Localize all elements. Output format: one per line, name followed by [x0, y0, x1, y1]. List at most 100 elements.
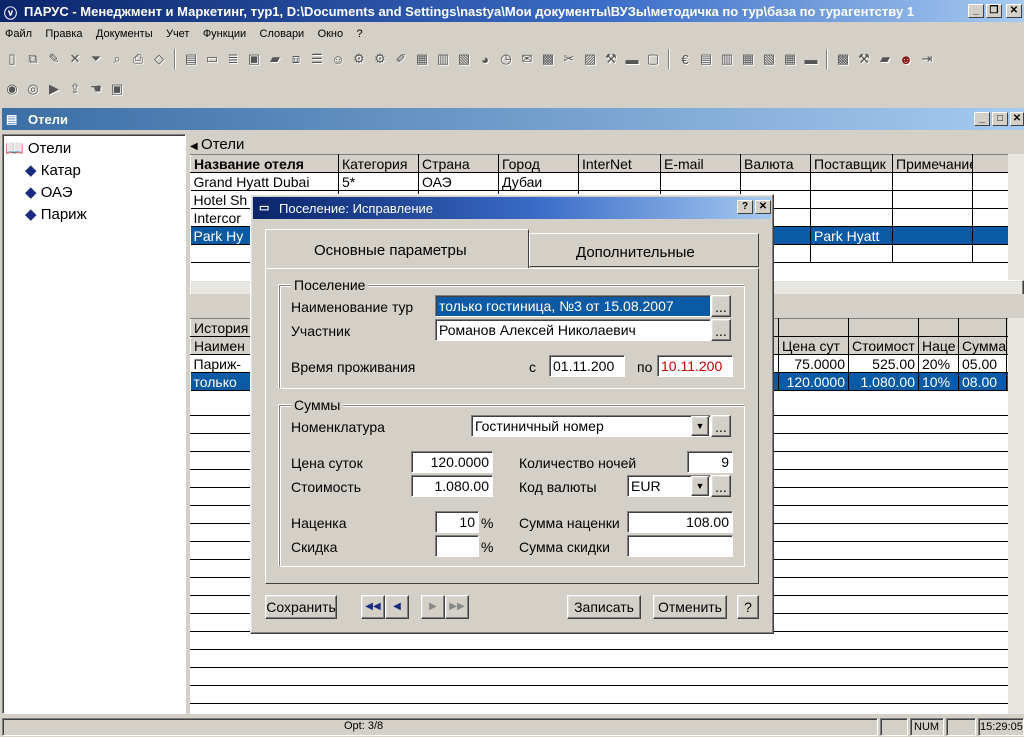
to-date-field[interactable]: 10.11.200	[657, 355, 733, 377]
child-maximize-button[interactable]: □	[992, 112, 1008, 126]
save-button[interactable]: Сохранить	[265, 595, 337, 619]
table-icon[interactable]: ▦	[781, 50, 799, 68]
mail-icon[interactable]: ✉	[518, 50, 536, 68]
docs-icon[interactable]: ▥	[718, 50, 736, 68]
globe-icon[interactable]: ◉	[3, 80, 21, 98]
sheet-icon[interactable]: ▧	[760, 50, 778, 68]
markup-sum-field[interactable]: 108.00	[627, 511, 733, 533]
menu-file[interactable]: Файл	[0, 26, 37, 42]
currency-icon[interactable]: €	[676, 50, 694, 68]
box-icon[interactable]: ▣	[245, 50, 263, 68]
window-icon[interactable]: ▢	[644, 50, 662, 68]
col-currency[interactable]: Валюта	[740, 154, 811, 173]
pages-icon[interactable]: ⧈	[287, 50, 305, 68]
money-icon[interactable]: ▦	[739, 50, 757, 68]
tools-icon[interactable]: ⚒	[602, 50, 620, 68]
markup-field[interactable]: 10	[435, 511, 479, 533]
clock-icon[interactable]: ◷	[497, 50, 515, 68]
upload-icon[interactable]: ⇪	[66, 80, 84, 98]
cube-icon[interactable]: ◇	[150, 50, 168, 68]
exit-icon[interactable]: ⇥	[918, 50, 936, 68]
last-record-button[interactable]: ▶▶	[445, 595, 469, 619]
from-date-field[interactable]: 01.11.200	[549, 355, 625, 377]
tree-item[interactable]: ◆ Париж	[25, 205, 87, 223]
calculator-icon[interactable]: ▩	[834, 50, 852, 68]
first-record-button[interactable]: ◀◀	[361, 595, 385, 619]
palette-icon[interactable]: ◕	[476, 50, 494, 68]
copy-icon[interactable]: ⧉	[24, 50, 42, 68]
ledger-icon[interactable]: ▤	[697, 50, 715, 68]
image-icon[interactable]: ▣	[108, 80, 126, 98]
currency-browse-button[interactable]: ...	[711, 475, 731, 497]
dialog-help-icon[interactable]: ?	[737, 200, 753, 214]
open-folder-icon[interactable]: ▰	[876, 50, 894, 68]
nights-field[interactable]: 9	[687, 451, 733, 473]
vscroll-bar[interactable]	[1008, 154, 1024, 280]
col-supplier[interactable]: Поставщик	[810, 154, 893, 173]
dialog-close-button[interactable]: ✕	[755, 200, 771, 214]
write-button[interactable]: Записать	[567, 595, 641, 619]
col-city[interactable]: Город	[498, 154, 579, 173]
person-icon[interactable]: ☺	[329, 50, 347, 68]
next-record-button[interactable]: ▶	[421, 595, 445, 619]
table-row[interactable]: Grand Hyatt Dubai 5* ОАЭ Дубаи	[190, 172, 1021, 191]
col-markup[interactable]: Наце	[918, 336, 959, 355]
folder-icon[interactable]: ▰	[266, 50, 284, 68]
help-button[interactable]: ?	[737, 595, 759, 619]
gear2-icon[interactable]: ⚙	[371, 50, 389, 68]
discount-sum-field[interactable]	[627, 535, 733, 557]
tour-field[interactable]: только гостиница, №3 от 15.08.2007	[435, 295, 711, 317]
child-minimize-button[interactable]: _	[974, 112, 990, 126]
close-button[interactable]: ✕	[1006, 4, 1022, 18]
report-icon[interactable]: ▦	[413, 50, 431, 68]
col-category[interactable]: Категория	[338, 154, 419, 173]
print-icon[interactable]: ⎙	[129, 50, 147, 68]
tree-item[interactable]: ◆ ОАЭ	[25, 183, 73, 201]
col-cost[interactable]: Стоимост	[848, 336, 919, 355]
nomen-browse-button[interactable]: ...	[711, 415, 731, 437]
archive-icon[interactable]: ▥	[434, 50, 452, 68]
doc-icon[interactable]: ▤	[182, 50, 200, 68]
menu-documents[interactable]: Документы	[91, 26, 158, 42]
nomen-dropdown-icon[interactable]: ▼	[691, 416, 709, 436]
menu-help[interactable]: ?	[351, 26, 367, 42]
col-internet[interactable]: InterNet	[578, 154, 661, 173]
find-icon[interactable]: ⌕	[108, 50, 126, 68]
calc-icon[interactable]: ▩	[539, 50, 557, 68]
stack-icon[interactable]: ☰	[308, 50, 326, 68]
nomen-select[interactable]: Гостиничный номер	[471, 415, 711, 437]
hammer-icon[interactable]: ⚒	[855, 50, 873, 68]
list-icon[interactable]: ≣	[224, 50, 242, 68]
vscroll-bar[interactable]	[1008, 318, 1024, 714]
menu-window[interactable]: Окно	[313, 26, 349, 42]
discount-field[interactable]	[435, 535, 479, 557]
col-sum[interactable]: Сумма	[958, 336, 1007, 355]
hand-icon[interactable]: ☚	[87, 80, 105, 98]
tree-root[interactable]: 📖 Отели	[5, 139, 71, 157]
member-browse-button[interactable]: ...	[711, 319, 731, 341]
filter-icon[interactable]: ⏷	[87, 50, 105, 68]
new-icon[interactable]: ▯	[3, 50, 21, 68]
minimize-button[interactable]: _	[968, 4, 984, 18]
tree-item[interactable]: ◆ Катар	[25, 161, 81, 179]
child-close-button[interactable]: ✕	[1010, 112, 1024, 126]
user-icon[interactable]: ☻	[897, 50, 915, 68]
cost-field[interactable]: 1.080.00	[411, 475, 493, 497]
collapse-left-icon[interactable]: ◀	[190, 141, 198, 152]
tab-extra[interactable]: Дополнительные	[529, 233, 759, 267]
tour-browse-button[interactable]: ...	[711, 295, 731, 317]
video-icon[interactable]: ▶	[45, 80, 63, 98]
col-country[interactable]: Страна	[418, 154, 499, 173]
col-hotel-name[interactable]: Название отеля	[190, 154, 339, 173]
restore-button[interactable]: ❐	[986, 4, 1002, 18]
menu-functions[interactable]: Функции	[198, 26, 251, 42]
paint-icon[interactable]: ✐	[392, 50, 410, 68]
price-field[interactable]: 120.0000	[411, 451, 493, 473]
currency-dropdown-icon[interactable]: ▼	[691, 476, 709, 496]
cards-icon[interactable]: ▨	[581, 50, 599, 68]
menu-accounting[interactable]: Учет	[161, 26, 195, 42]
col-day-price[interactable]: Цена сут	[778, 336, 849, 355]
monitor-icon[interactable]: ▭	[203, 50, 221, 68]
col-note[interactable]: Примечание	[892, 154, 973, 173]
menu-dictionaries[interactable]: Словари	[255, 26, 310, 42]
